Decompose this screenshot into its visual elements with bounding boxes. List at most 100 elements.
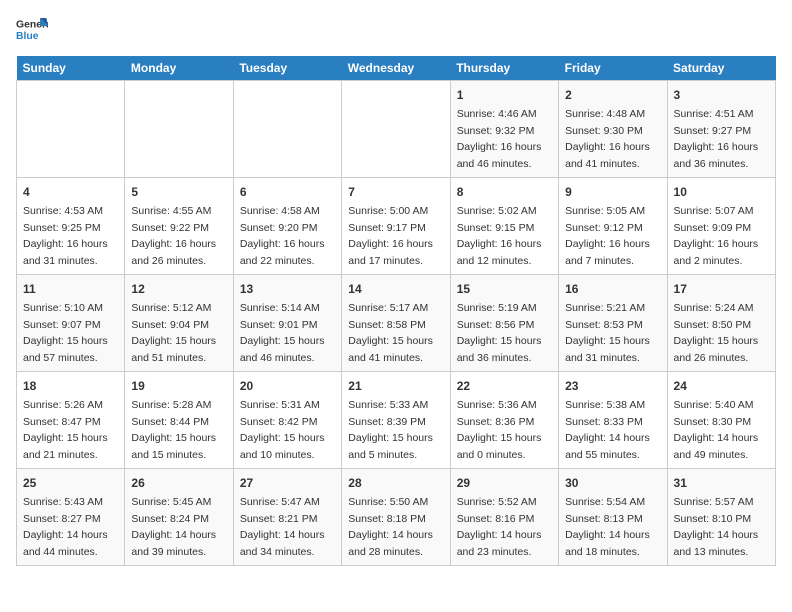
calendar-cell: 24 Sunrise: 5:40 AM Sunset: 8:30 PM Dayli…	[667, 372, 775, 469]
calendar-cell: 16 Sunrise: 5:21 AM Sunset: 8:53 PM Dayli…	[559, 275, 667, 372]
calendar-cell: 7Sunrise: 5:00 AM Sunset: 9:17 PM Daylig…	[342, 178, 450, 275]
day-number: 2	[565, 86, 660, 104]
calendar-cell: 6 Sunrise: 4:58 AM Sunset: 9:20 PM Daylig…	[233, 178, 341, 275]
day-number: 20	[240, 377, 335, 395]
day-number: 23	[565, 377, 660, 395]
logo: General Blue	[16, 16, 48, 44]
calendar-cell: 13 Sunrise: 5:14 AM Sunset: 9:01 PM Dayli…	[233, 275, 341, 372]
calendar-cell: 20 Sunrise: 5:31 AM Sunset: 8:42 PM Dayli…	[233, 372, 341, 469]
day-info: Sunrise: 5:38 AM Sunset: 8:33 PM Dayligh…	[565, 399, 650, 461]
calendar-cell: 4 Sunrise: 4:53 AM Sunset: 9:25 PM Daylig…	[17, 178, 125, 275]
calendar-cell: 9 Sunrise: 5:05 AM Sunset: 9:12 PM Daylig…	[559, 178, 667, 275]
calendar-cell: 31Sunrise: 5:57 AM Sunset: 8:10 PM Dayli…	[667, 469, 775, 566]
day-info: Sunrise: 4:53 AM Sunset: 9:25 PM Dayligh…	[23, 205, 108, 267]
day-info: Sunrise: 5:31 AM Sunset: 8:42 PM Dayligh…	[240, 399, 325, 461]
day-of-week-header: Thursday	[450, 56, 558, 81]
day-number: 11	[23, 280, 118, 298]
calendar-cell	[233, 81, 341, 178]
day-number: 6	[240, 183, 335, 201]
day-number: 25	[23, 474, 118, 492]
calendar-cell: 21 Sunrise: 5:33 AM Sunset: 8:39 PM Dayli…	[342, 372, 450, 469]
svg-text:Blue: Blue	[16, 31, 39, 42]
calendar-cell: 18Sunrise: 5:26 AM Sunset: 8:47 PM Dayli…	[17, 372, 125, 469]
calendar-week-row: 11Sunrise: 5:10 AM Sunset: 9:07 PM Dayli…	[17, 275, 776, 372]
calendar-cell: 27 Sunrise: 5:47 AM Sunset: 8:21 PM Dayli…	[233, 469, 341, 566]
calendar-cell: 12Sunrise: 5:12 AM Sunset: 9:04 PM Dayli…	[125, 275, 233, 372]
day-of-week-header: Friday	[559, 56, 667, 81]
day-info: Sunrise: 5:19 AM Sunset: 8:56 PM Dayligh…	[457, 302, 542, 364]
calendar-cell	[342, 81, 450, 178]
calendar-header-row: SundayMondayTuesdayWednesdayThursdayFrid…	[17, 56, 776, 81]
day-info: Sunrise: 5:43 AM Sunset: 8:27 PM Dayligh…	[23, 496, 108, 558]
calendar-week-row: 25 Sunrise: 5:43 AM Sunset: 8:27 PM Dayli…	[17, 469, 776, 566]
day-number: 8	[457, 183, 552, 201]
calendar-table: SundayMondayTuesdayWednesdayThursdayFrid…	[16, 56, 776, 566]
day-info: Sunrise: 5:36 AM Sunset: 8:36 PM Dayligh…	[457, 399, 542, 461]
calendar-cell: 29 Sunrise: 5:52 AM Sunset: 8:16 PM Dayli…	[450, 469, 558, 566]
calendar-cell: 22 Sunrise: 5:36 AM Sunset: 8:36 PM Dayli…	[450, 372, 558, 469]
calendar-cell	[17, 81, 125, 178]
day-info: Sunrise: 5:21 AM Sunset: 8:53 PM Dayligh…	[565, 302, 650, 364]
day-number: 30	[565, 474, 660, 492]
calendar-cell: 5 Sunrise: 4:55 AM Sunset: 9:22 PM Daylig…	[125, 178, 233, 275]
day-number: 28	[348, 474, 443, 492]
day-number: 29	[457, 474, 552, 492]
day-info: Sunrise: 4:51 AM Sunset: 9:27 PM Dayligh…	[674, 108, 759, 170]
day-of-week-header: Saturday	[667, 56, 775, 81]
day-info: Sunrise: 5:54 AM Sunset: 8:13 PM Dayligh…	[565, 496, 650, 558]
day-number: 27	[240, 474, 335, 492]
day-info: Sunrise: 5:12 AM Sunset: 9:04 PM Dayligh…	[131, 302, 216, 364]
page-header: General Blue	[16, 16, 776, 44]
calendar-cell: 17 Sunrise: 5:24 AM Sunset: 8:50 PM Dayli…	[667, 275, 775, 372]
day-info: Sunrise: 5:47 AM Sunset: 8:21 PM Dayligh…	[240, 496, 325, 558]
day-number: 21	[348, 377, 443, 395]
day-of-week-header: Monday	[125, 56, 233, 81]
calendar-cell: 2 Sunrise: 4:48 AM Sunset: 9:30 PM Daylig…	[559, 81, 667, 178]
day-number: 19	[131, 377, 226, 395]
day-info: Sunrise: 5:05 AM Sunset: 9:12 PM Dayligh…	[565, 205, 650, 267]
day-of-week-header: Tuesday	[233, 56, 341, 81]
calendar-week-row: 18Sunrise: 5:26 AM Sunset: 8:47 PM Dayli…	[17, 372, 776, 469]
day-info: Sunrise: 5:57 AM Sunset: 8:10 PM Dayligh…	[674, 496, 759, 558]
day-info: Sunrise: 5:52 AM Sunset: 8:16 PM Dayligh…	[457, 496, 542, 558]
day-info: Sunrise: 5:40 AM Sunset: 8:30 PM Dayligh…	[674, 399, 759, 461]
day-info: Sunrise: 5:24 AM Sunset: 8:50 PM Dayligh…	[674, 302, 759, 364]
day-info: Sunrise: 5:50 AM Sunset: 8:18 PM Dayligh…	[348, 496, 433, 558]
calendar-cell	[125, 81, 233, 178]
calendar-cell: 11Sunrise: 5:10 AM Sunset: 9:07 PM Dayli…	[17, 275, 125, 372]
day-info: Sunrise: 4:58 AM Sunset: 9:20 PM Dayligh…	[240, 205, 325, 267]
day-info: Sunrise: 4:46 AM Sunset: 9:32 PM Dayligh…	[457, 108, 542, 170]
day-number: 10	[674, 183, 769, 201]
day-number: 18	[23, 377, 118, 395]
day-number: 16	[565, 280, 660, 298]
calendar-cell: 26Sunrise: 5:45 AM Sunset: 8:24 PM Dayli…	[125, 469, 233, 566]
calendar-cell: 25 Sunrise: 5:43 AM Sunset: 8:27 PM Dayli…	[17, 469, 125, 566]
day-number: 5	[131, 183, 226, 201]
calendar-week-row: 1 Sunrise: 4:46 AM Sunset: 9:32 PM Daylig…	[17, 81, 776, 178]
day-info: Sunrise: 4:55 AM Sunset: 9:22 PM Dayligh…	[131, 205, 216, 267]
calendar-cell: 3Sunrise: 4:51 AM Sunset: 9:27 PM Daylig…	[667, 81, 775, 178]
day-info: Sunrise: 5:28 AM Sunset: 8:44 PM Dayligh…	[131, 399, 216, 461]
day-number: 17	[674, 280, 769, 298]
calendar-cell: 19 Sunrise: 5:28 AM Sunset: 8:44 PM Dayli…	[125, 372, 233, 469]
day-number: 1	[457, 86, 552, 104]
day-number: 24	[674, 377, 769, 395]
calendar-cell: 23 Sunrise: 5:38 AM Sunset: 8:33 PM Dayli…	[559, 372, 667, 469]
day-info: Sunrise: 5:07 AM Sunset: 9:09 PM Dayligh…	[674, 205, 759, 267]
day-info: Sunrise: 5:00 AM Sunset: 9:17 PM Dayligh…	[348, 205, 433, 267]
calendar-cell: 15Sunrise: 5:19 AM Sunset: 8:56 PM Dayli…	[450, 275, 558, 372]
day-number: 22	[457, 377, 552, 395]
day-info: Sunrise: 5:45 AM Sunset: 8:24 PM Dayligh…	[131, 496, 216, 558]
day-info: Sunrise: 5:33 AM Sunset: 8:39 PM Dayligh…	[348, 399, 433, 461]
calendar-cell: 28 Sunrise: 5:50 AM Sunset: 8:18 PM Dayli…	[342, 469, 450, 566]
day-number: 9	[565, 183, 660, 201]
calendar-cell: 10 Sunrise: 5:07 AM Sunset: 9:09 PM Dayli…	[667, 178, 775, 275]
day-info: Sunrise: 5:14 AM Sunset: 9:01 PM Dayligh…	[240, 302, 325, 364]
day-of-week-header: Wednesday	[342, 56, 450, 81]
day-info: Sunrise: 4:48 AM Sunset: 9:30 PM Dayligh…	[565, 108, 650, 170]
logo-icon: General Blue	[16, 16, 48, 44]
calendar-week-row: 4 Sunrise: 4:53 AM Sunset: 9:25 PM Daylig…	[17, 178, 776, 275]
day-number: 4	[23, 183, 118, 201]
calendar-cell: 8Sunrise: 5:02 AM Sunset: 9:15 PM Daylig…	[450, 178, 558, 275]
day-number: 13	[240, 280, 335, 298]
